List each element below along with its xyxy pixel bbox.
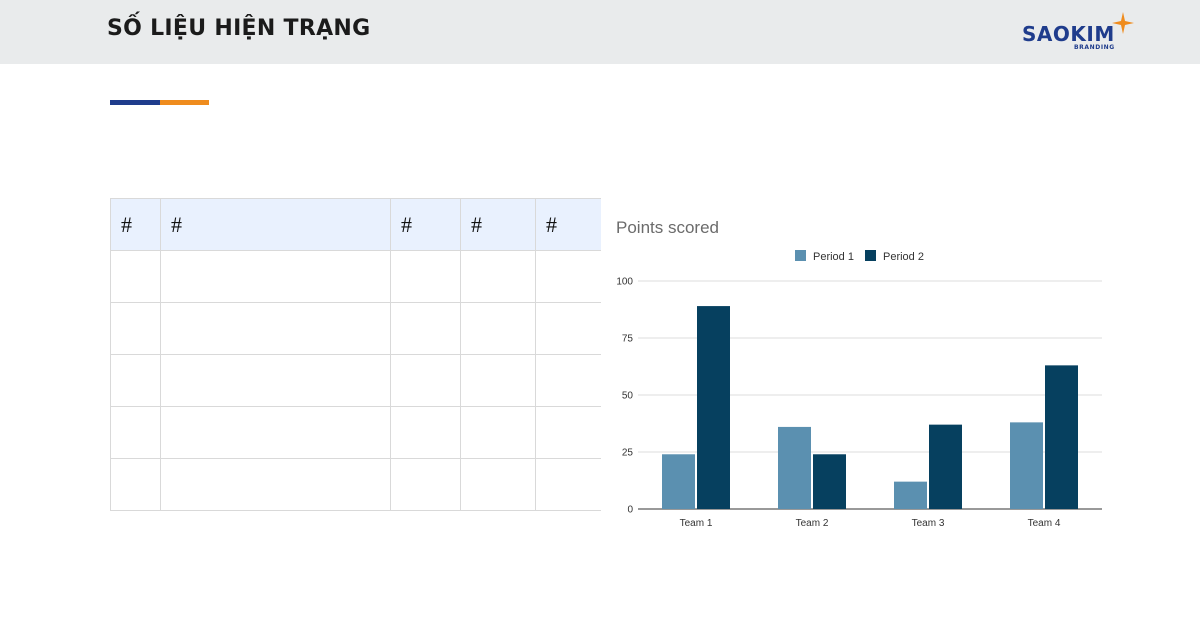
bar-period-1 [778, 426, 811, 509]
table-cell [535, 458, 601, 511]
table-row [110, 354, 601, 407]
table-header-cell: # [110, 198, 161, 251]
table-cell [460, 302, 536, 355]
bar-period-2 [813, 454, 846, 509]
table-cell [110, 250, 161, 303]
table-cell [535, 406, 601, 459]
table-cell [535, 302, 601, 355]
table-cell [160, 406, 391, 459]
table-cell [160, 250, 391, 303]
bar-period-1 [662, 454, 695, 509]
table-cell [535, 354, 601, 407]
x-tick-label: Team 1 [680, 518, 713, 529]
table-cell [460, 354, 536, 407]
table-header-row: # # # # # [110, 198, 601, 251]
x-tick-label: Team 4 [1028, 518, 1061, 529]
table-row [110, 458, 601, 511]
table-cell [110, 354, 161, 407]
table-header-cell: # [390, 198, 461, 251]
logo-subtitle: BRANDING [1074, 44, 1115, 51]
accent-bar-orange [160, 100, 209, 105]
table-cell [460, 250, 536, 303]
table-header-cell: # [460, 198, 536, 251]
table-cell [110, 406, 161, 459]
table-row [110, 250, 601, 303]
table-cell [160, 302, 391, 355]
brand-logo: SAOKIM BRANDING [1020, 12, 1140, 56]
x-tick-label: Team 2 [796, 518, 829, 529]
chart-plot-area: 0 25 50 75 100 Team 1 Team 2 Team 3 Team 4 [616, 277, 1102, 529]
data-table: # # # # # [110, 198, 601, 511]
table-header-cell: # [160, 198, 391, 251]
table-cell [110, 302, 161, 355]
table-cell [390, 406, 461, 459]
points-chart: Points scored Period 1 Period 2 0 25 50 75 1… [605, 205, 1115, 545]
table-cell [460, 458, 536, 511]
bar-period-2 [1045, 365, 1078, 509]
table-cell [390, 302, 461, 355]
table-cell [460, 406, 536, 459]
y-tick-label: 25 [622, 448, 634, 459]
table-row [110, 406, 601, 459]
logo-wordmark: SAOKIM [1022, 22, 1115, 46]
y-tick-label: 75 [622, 334, 634, 345]
y-tick-label: 100 [616, 277, 633, 288]
table-cell [160, 354, 391, 407]
table-cell [160, 458, 391, 511]
y-tick-label: 50 [622, 391, 634, 402]
star-icon [1112, 12, 1134, 34]
y-tick-label: 0 [627, 505, 633, 516]
table-cell [390, 354, 461, 407]
table-row [110, 302, 601, 355]
header-bar: SỐ LIỆU HIỆN TRẠNG SAOKIM BRANDING [0, 0, 1200, 64]
table-cell [535, 250, 601, 303]
table-cell [390, 458, 461, 511]
x-tick-label: Team 3 [912, 518, 945, 529]
accent-bar-blue [110, 100, 160, 105]
bar-period-2 [929, 424, 962, 509]
page-title: SỐ LIỆU HIỆN TRẠNG [107, 16, 371, 41]
table-cell [390, 250, 461, 303]
bar-period-1 [894, 481, 927, 509]
table-cell [110, 458, 161, 511]
bar-period-1 [1010, 422, 1043, 509]
table-header-cell: # [535, 198, 601, 251]
bar-period-2 [697, 306, 730, 509]
